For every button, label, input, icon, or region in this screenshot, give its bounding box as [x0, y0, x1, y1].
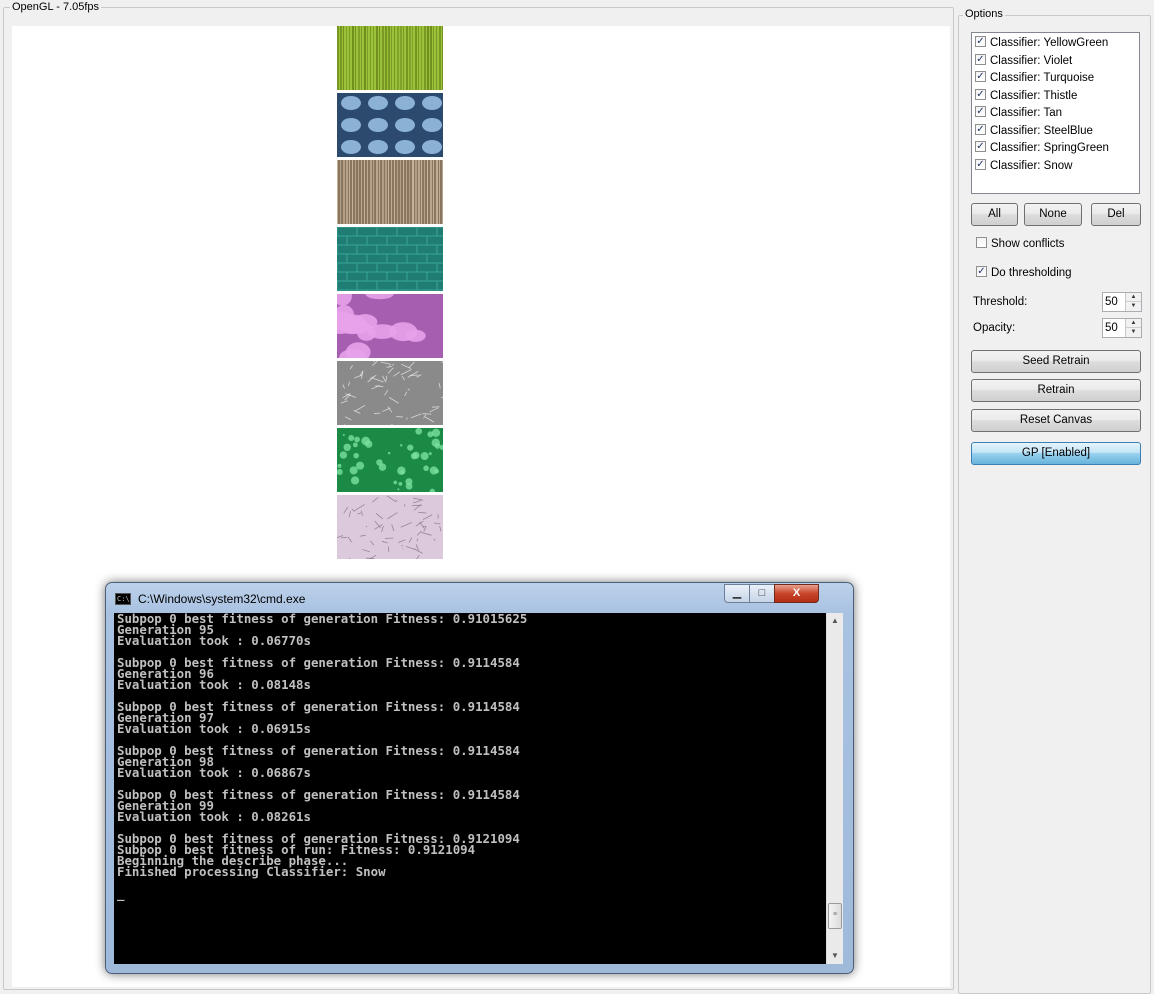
show-conflicts-label: Show conflicts	[991, 238, 1065, 250]
show-conflicts-checkbox[interactable]: Show conflicts	[976, 236, 1065, 252]
spin-up-icon[interactable]: ▲	[1126, 319, 1141, 328]
console-line: Evaluation took : 0.08261s	[117, 809, 311, 824]
console-line: _	[117, 886, 125, 901]
classifier-item[interactable]: ✓ Classifier: Thistle	[975, 88, 1077, 105]
classifier-list[interactable]: ✓ Classifier: YellowGreen ✓ Classifier: Vio…	[971, 32, 1140, 194]
texture-tile-steelblue	[337, 93, 443, 157]
classifier-label: Classifier: SteelBlue	[990, 124, 1093, 137]
opacity-spinbox[interactable]: 50 ▲ ▼	[1102, 318, 1142, 338]
maximize-button[interactable]: □	[749, 584, 775, 603]
classifier-item[interactable]: ✓ Classifier: Snow	[975, 158, 1072, 175]
checkbox-box[interactable]: ✓	[975, 158, 986, 170]
checkbox-box[interactable]: ✓	[975, 36, 986, 48]
classifier-item[interactable]: ✓ Classifier: Tan	[975, 105, 1062, 122]
options-group: Options ✓ Classifier: YellowGreen ✓ Classif…	[958, 8, 1151, 994]
texture-tile-yellowgreen	[337, 26, 444, 90]
threshold-label: Threshold:	[973, 296, 1028, 308]
checkbox-box[interactable]: ✓	[975, 141, 986, 153]
classifier-item[interactable]: ✓ Classifier: SteelBlue	[975, 123, 1093, 140]
texture-tile-tan	[337, 160, 444, 224]
del-button[interactable]: Del	[1091, 203, 1141, 226]
console-line: Subpop 0 best fitness of generation Fitn…	[117, 655, 520, 670]
scroll-thumb[interactable]: ≡	[828, 903, 842, 929]
close-button[interactable]: X	[774, 584, 819, 603]
options-group-title: Options	[963, 8, 1005, 21]
all-button[interactable]: All	[971, 203, 1018, 226]
console-line: Subpop 0 best fitness of generation Fitn…	[117, 613, 528, 626]
minimize-button[interactable]: ▁	[724, 584, 750, 603]
console-line: Finished processing Classifier: Snow	[117, 864, 386, 879]
classifier-label: Classifier: Thistle	[990, 89, 1078, 102]
texture-tile-springgreen	[336, 427, 445, 495]
console-line: Subpop 0 best fitness of generation Fitn…	[117, 743, 520, 758]
opacity-value: 50	[1105, 322, 1118, 334]
console-line: Evaluation took : 0.08148s	[117, 677, 311, 692]
cmd-titlebar[interactable]: C:\ C:\Windows\system32\cmd.exe ▁ □ X	[106, 583, 853, 613]
console-icon: C:\	[115, 593, 131, 605]
texture-tile-turquoise	[336, 226, 443, 299]
retrain-button[interactable]: Retrain	[971, 379, 1141, 402]
spin-down-icon[interactable]: ▼	[1126, 328, 1141, 337]
classifier-label: Classifier: Violet	[990, 54, 1073, 67]
do-thresholding-checkbox[interactable]: ✓ Do thresholding	[976, 265, 1072, 281]
opacity-label: Opacity:	[973, 322, 1016, 334]
spin-up-icon[interactable]: ▲	[1126, 293, 1141, 302]
console-line: Evaluation took : 0.06915s	[117, 721, 311, 736]
opengl-group-title: OpenGL - 7.05fps	[10, 1, 102, 14]
console-line: Subpop 0 best fitness of generation Fitn…	[117, 699, 520, 714]
gp-toggle-button[interactable]: GP [Enabled]	[971, 442, 1141, 465]
scroll-up-arrow-icon[interactable]: ▲	[827, 613, 843, 629]
checkbox-box	[976, 237, 987, 249]
checkbox-box[interactable]: ✓	[975, 53, 986, 65]
console-scrollbar[interactable]: ▲ ≡ ▼	[826, 613, 843, 964]
classifier-label: Classifier: YellowGreen	[990, 37, 1109, 49]
console-line: Evaluation took : 0.06770s	[117, 633, 311, 648]
texture-tile-violet	[324, 286, 443, 367]
classifier-label: Classifier: Snow	[990, 159, 1073, 172]
classifier-item[interactable]: ✓ Classifier: SpringGreen	[975, 140, 1109, 157]
texture-tile-thistle	[335, 495, 443, 562]
classifier-item[interactable]: ✓ Classifier: Turquoise	[975, 70, 1094, 87]
classifier-item[interactable]: ✓ Classifier: YellowGreen	[975, 35, 1108, 52]
seed-retrain-button[interactable]: Seed Retrain	[971, 350, 1141, 373]
console-text: Subpop 0 best fitness of generation Fitn…	[114, 613, 826, 901]
texture-tile-gray	[337, 358, 449, 430]
checkbox-box[interactable]: ✓	[975, 71, 986, 83]
classifier-label: Classifier: Turquoise	[990, 72, 1095, 84]
console-output[interactable]: Subpop 0 best fitness of generation Fitn…	[114, 613, 826, 964]
checkbox-box[interactable]: ✓	[975, 88, 986, 100]
checkbox-box[interactable]: ✓	[975, 106, 986, 118]
cmd-title: C:\Windows\system32\cmd.exe	[138, 592, 306, 606]
threshold-value: 50	[1105, 296, 1118, 308]
threshold-spinbox[interactable]: 50 ▲ ▼	[1102, 292, 1142, 312]
classifier-item[interactable]: ✓ Classifier: Violet	[975, 53, 1072, 70]
scroll-down-arrow-icon[interactable]: ▼	[827, 948, 843, 964]
cmd-window[interactable]: C:\ C:\Windows\system32\cmd.exe ▁ □ X Su…	[105, 582, 854, 974]
classifier-label: Classifier: Tan	[990, 107, 1063, 119]
console-line: Evaluation took : 0.06867s	[117, 765, 311, 780]
classifier-label: Classifier: SpringGreen	[990, 142, 1109, 154]
spin-down-icon[interactable]: ▼	[1126, 302, 1141, 311]
do-thresholding-label: Do thresholding	[991, 267, 1072, 279]
checkbox-box: ✓	[976, 266, 987, 278]
checkbox-box[interactable]: ✓	[975, 123, 986, 135]
none-button[interactable]: None	[1024, 203, 1082, 226]
reset-canvas-button[interactable]: Reset Canvas	[971, 409, 1141, 432]
console-line: Subpop 0 best fitness of generation Fitn…	[117, 787, 520, 802]
